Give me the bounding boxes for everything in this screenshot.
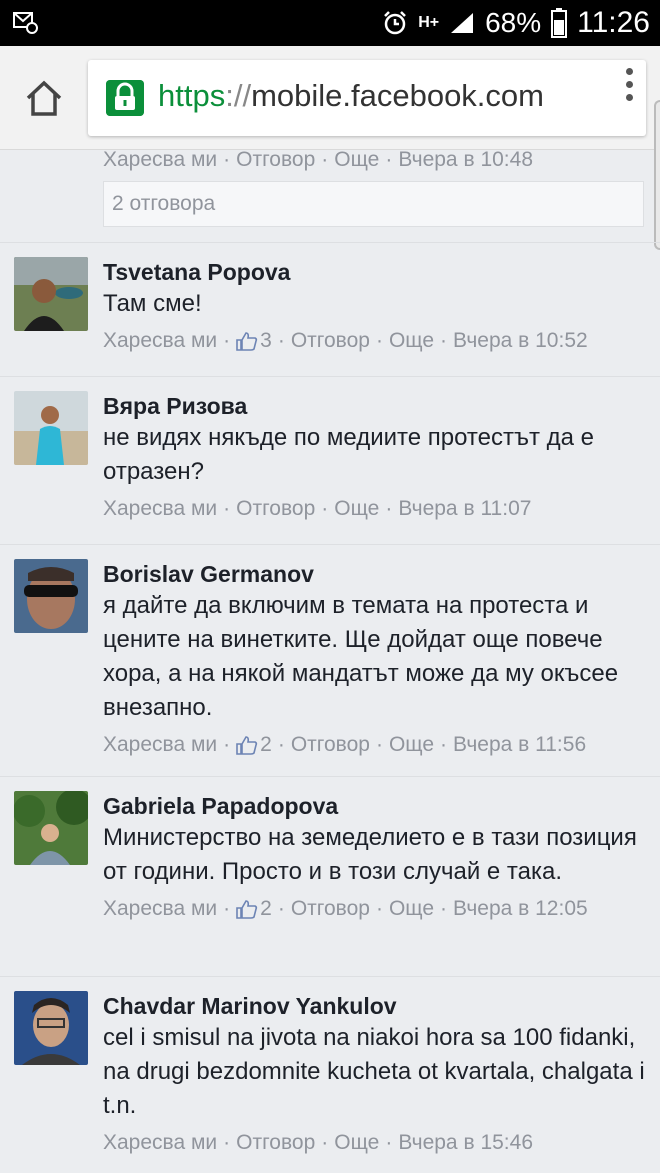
- like-link[interactable]: Харесва ми: [103, 1131, 217, 1155]
- more-link[interactable]: Още: [334, 148, 379, 172]
- comment-text: Министерство на земеделието е в тази поз…: [103, 824, 637, 885]
- comment-time[interactable]: Вчера в 15:46: [398, 1131, 533, 1155]
- comment-actions: Харесва ми · Отговор · Още · Вчера в 11:07: [103, 497, 532, 521]
- url-scheme: https: [158, 78, 226, 113]
- more-link[interactable]: Още: [334, 497, 379, 521]
- network-type: H+: [418, 14, 440, 31]
- more-link[interactable]: Още: [389, 329, 434, 353]
- comment-item: Gabriela Papadopova Министерство на земе…: [0, 776, 660, 976]
- url-text: https://mobile.facebook.com: [158, 78, 544, 114]
- more-link[interactable]: Още: [334, 1131, 379, 1155]
- comment-actions: Харесва ми · 3 · Отговор · Още · Вчера в 10:…: [103, 329, 588, 353]
- url-host: mobile.facebook.com: [251, 78, 544, 113]
- comment-actions: Харесва ми · 2 · Отговор · Още · Вчера в 11:…: [103, 733, 587, 757]
- avatar[interactable]: [14, 791, 88, 865]
- browser-toolbar: https://mobile.facebook.com: [0, 46, 660, 150]
- like-link[interactable]: Харесва ми: [103, 733, 217, 757]
- battery-percent: 68%: [485, 7, 542, 38]
- comment-text: я дайте да включим в темата на протеста …: [103, 592, 619, 721]
- reply-link[interactable]: Отговор: [236, 497, 315, 521]
- like-link[interactable]: Харесва ми: [103, 897, 217, 921]
- reply-link[interactable]: Отговор: [291, 733, 370, 757]
- avatar[interactable]: [14, 991, 88, 1065]
- comment-author[interactable]: Chavdar Marinov Yankulov: [103, 991, 648, 1021]
- reply-link[interactable]: Отговор: [236, 1131, 315, 1155]
- comment-time[interactable]: Вчера в 10:52: [453, 329, 588, 353]
- reply-link[interactable]: Отговор: [236, 148, 315, 172]
- status-bar: H+ 68% 11:26: [0, 0, 660, 46]
- comment-author[interactable]: Gabriela Papadopova: [103, 791, 648, 821]
- avatar[interactable]: [14, 391, 88, 465]
- comment-actions: Харесва ми · 2 · Отговор · Още · Вчера в 12:…: [103, 897, 588, 921]
- comment-author[interactable]: Вяра Ризова: [103, 391, 648, 421]
- overflow-menu-icon[interactable]: [624, 68, 634, 102]
- notification-icon: [13, 12, 38, 34]
- address-bar[interactable]: https://mobile.facebook.com: [88, 60, 646, 136]
- comment-author[interactable]: Borislav Germanov: [103, 559, 648, 589]
- like-link[interactable]: Харесва ми: [103, 497, 217, 521]
- thumbs-up-icon: [236, 900, 258, 919]
- like-link[interactable]: Харесва ми: [103, 329, 217, 353]
- thumbs-up-icon: [236, 332, 258, 351]
- comment-time[interactable]: Вчера в 11:56: [453, 733, 586, 757]
- scroll-indicator[interactable]: [654, 100, 660, 250]
- comment-text: не видях някъде по медиите протестът да …: [103, 424, 595, 485]
- comment-item: Tsvetana Popova Там сме! Харесва ми · 3 · …: [0, 242, 660, 376]
- reply-link[interactable]: Отговор: [291, 329, 370, 353]
- url-separator: ://: [225, 78, 252, 113]
- comment-time[interactable]: Вчера в 12:05: [453, 897, 588, 921]
- lock-icon: [106, 80, 144, 116]
- avatar[interactable]: [14, 257, 88, 331]
- comment-time[interactable]: Вчера в 11:07: [398, 497, 531, 521]
- thumbs-up-icon: [236, 736, 258, 755]
- clock: 11:26: [577, 6, 650, 39]
- like-count[interactable]: 2: [260, 733, 272, 757]
- battery-icon: [551, 8, 568, 38]
- alarm-icon: [384, 11, 407, 35]
- view-replies-button[interactable]: 2 отговора: [103, 181, 644, 227]
- like-link[interactable]: Харесва ми: [103, 148, 217, 172]
- comment-item: Chavdar Marinov Yankulov cel i smisul na…: [0, 976, 660, 1173]
- more-link[interactable]: Още: [389, 733, 434, 757]
- top-comment-meta: Харесва ми · Отговор · Още · Вчера в 10:48: [103, 148, 533, 172]
- more-link[interactable]: Още: [389, 897, 434, 921]
- comment-time[interactable]: Вчера в 10:48: [398, 148, 533, 172]
- comment-text: cel i smisul na jivota na niakoi hora sa…: [103, 1024, 645, 1119]
- comment-item: Borislav Germanov я дайте да включим в т…: [0, 544, 660, 776]
- avatar[interactable]: [14, 559, 88, 633]
- home-icon[interactable]: [24, 78, 64, 118]
- comment-text: Там сме!: [103, 290, 202, 317]
- comment-author[interactable]: Tsvetana Popova: [103, 257, 648, 287]
- reply-link[interactable]: Отговор: [291, 897, 370, 921]
- comment-item: Вяра Ризова не видях някъде по медиите п…: [0, 376, 660, 544]
- like-count[interactable]: 2: [260, 897, 272, 921]
- like-count[interactable]: 3: [260, 329, 272, 353]
- comment-actions: Харесва ми · Отговор · Още · Вчера в 15:46: [103, 1131, 533, 1155]
- signal-icon: [451, 13, 474, 33]
